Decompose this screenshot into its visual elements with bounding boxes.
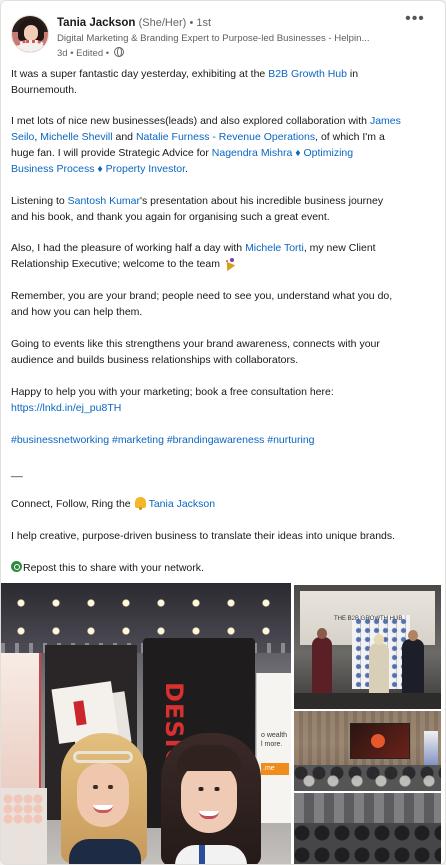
text-line: Happy to help you with your marketing; b… (11, 384, 334, 400)
display-table (1, 788, 47, 864)
avatar-face (24, 25, 38, 41)
shirt (69, 839, 141, 864)
mention-michelle-shevill[interactable]: Michelle Shevill (40, 131, 112, 143)
photo-crowd[interactable] (294, 793, 441, 864)
text-line: I met lots of nice new businesses(leads)… (11, 113, 401, 129)
post-meta: 3d • Edited • (57, 46, 124, 59)
text-segment: and how you can help them. (11, 306, 143, 318)
text-line: Also, I had the pleasure of working half… (11, 240, 376, 256)
presentation-screen (350, 723, 410, 759)
text-line: Business Process ♦ Property Investor. (11, 161, 188, 177)
mention-santosh-kumar[interactable]: Santosh Kumar (68, 195, 140, 207)
text-line: Relationship Executive; welcome to the t… (11, 256, 235, 272)
text-segment: Bournemouth. (11, 84, 77, 96)
speaker-1 (312, 628, 332, 695)
photo-main-selfie[interactable]: DESIGN o wealth l more. .me (1, 583, 291, 864)
text-segment: . (185, 163, 188, 175)
face (181, 763, 237, 833)
table-treats (3, 794, 43, 824)
author-avatar[interactable] (11, 15, 49, 53)
sunglasses (73, 751, 133, 763)
text-line: Going to events like this strengthens yo… (11, 336, 380, 352)
mention-nagendra-mishra-cont[interactable]: Business Process ♦ Property Investor (11, 163, 185, 175)
text-segment: 's presentation about his incredible bus… (140, 195, 384, 207)
text-segment: Listening to (11, 195, 68, 207)
text-line: and how you can help them. (11, 304, 142, 320)
mention-natalie-furness[interactable]: Natalie Furness - Revenue Operations (136, 131, 315, 143)
text-segment: in (347, 68, 359, 80)
shirt (175, 845, 247, 864)
text-line: https://lnkd.in/ej_pu8TH (11, 400, 121, 416)
author-headline[interactable]: Digital Marketing & Branding Expert to P… (57, 33, 387, 44)
photo-grid: DESIGN o wealth l more. .me THE B2B GROW… (1, 583, 445, 864)
audience (294, 823, 441, 864)
eyes (88, 785, 118, 789)
bell-icon (134, 497, 146, 510)
text-segment: and his book, and thank you again for or… (11, 211, 330, 223)
text-segment: I help creative, purpose-driven business… (11, 530, 396, 542)
mention-michele-torti[interactable]: Michele Torti (245, 242, 304, 254)
separator-text: __ (11, 466, 23, 478)
speaker-2 (369, 634, 389, 695)
more-options-button[interactable]: ••• (401, 11, 429, 33)
text-line: __ (11, 464, 23, 480)
author-name[interactable]: Tania Jackson (57, 17, 135, 29)
text-segment: Remember, you are your brand; people nee… (11, 290, 393, 302)
hashtags[interactable]: #businessnetworking #marketing #branding… (11, 434, 315, 446)
text-segment: huge fan. I will provide Strategic Advic… (11, 147, 212, 159)
text-segment: Happy to help you with your marketing; b… (11, 386, 334, 398)
author-pronouns: (She/Her) (138, 17, 187, 29)
post-time: 3d • Edited • (57, 48, 110, 59)
text-line: Repost this to share with your network. (11, 560, 204, 576)
mention-nagendra-mishra[interactable]: Nagendra Mishra ♦ Optimizing (212, 147, 353, 159)
person-brunette (153, 733, 271, 864)
recycle-icon (11, 561, 22, 572)
text-line: #businessnetworking #marketing #branding… (11, 432, 315, 448)
bangs (177, 745, 241, 771)
face (77, 763, 129, 827)
photo-stage-speakers[interactable]: THE B2B GROWTH HUB (294, 585, 441, 709)
text-segment: It was a super fantastic day yesterday, … (11, 68, 269, 80)
author-line: Tania Jackson (She/Her) • 1st (57, 17, 211, 29)
text-segment: Relationship Executive; welcome to the t… (11, 258, 223, 270)
text-segment: Going to events like this strengthens yo… (11, 338, 380, 350)
speaker-3 (402, 630, 424, 695)
text-segment: , my new Client (303, 242, 376, 254)
text-segment: I met lots of nice new businesses(leads)… (11, 115, 370, 127)
text-line: Bournemouth. (11, 82, 77, 98)
post-header: Tania Jackson (She/Her) • 1st Digital Ma… (11, 11, 435, 61)
audience-front (302, 775, 441, 791)
text-segment: Repost this to share with your network. (23, 562, 204, 574)
text-segment: Connect, Follow, Ring the (11, 498, 134, 510)
person-blonde (57, 733, 153, 864)
text-line: and his book, and thank you again for or… (11, 209, 330, 225)
text-line: I help creative, purpose-driven business… (11, 528, 395, 544)
avatar-top (16, 40, 46, 52)
text-line: audience and builds business relationshi… (11, 352, 298, 368)
text-line: Listening to Santosh Kumar's presentatio… (11, 193, 383, 209)
text-segment: and (112, 131, 136, 143)
stage (294, 693, 441, 709)
text-segment: Also, I had the pleasure of working half… (11, 242, 246, 254)
text-line: Remember, you are your brand; people nee… (11, 288, 392, 304)
text-line: Connect, Follow, Ring the Tania Jackson (11, 496, 215, 512)
connection-degree: • 1st (189, 17, 212, 29)
eyes (193, 787, 225, 791)
sponsor-wall-title: THE B2B GROWTH HUB (334, 616, 403, 622)
globe-icon (113, 47, 124, 57)
mention-tania-jackson[interactable]: Tania Jackson (149, 498, 216, 510)
photo-audience[interactable] (294, 711, 441, 791)
text-line: huge fan. I will provide Strategic Advic… (11, 145, 353, 161)
text-segment: audience and builds business relationshi… (11, 354, 299, 366)
lanyard (199, 845, 205, 864)
text-line: It was a super fantastic day yesterday, … (11, 66, 358, 82)
party-popper-icon (223, 258, 235, 268)
mention-james-seilo[interactable]: James (370, 115, 401, 127)
mention-james-seilo-cont[interactable]: Seilo (11, 131, 34, 143)
text-line: Seilo, Michelle Shevill and Natalie Furn… (11, 129, 385, 145)
post-card: Tania Jackson (She/Her) • 1st Digital Ma… (0, 0, 446, 865)
consultation-link[interactable]: https://lnkd.in/ej_pu8TH (11, 402, 121, 414)
text-segment: , of which I'm a (315, 131, 385, 143)
mention-b2b-growth-hub[interactable]: B2B Growth Hub (268, 68, 347, 80)
